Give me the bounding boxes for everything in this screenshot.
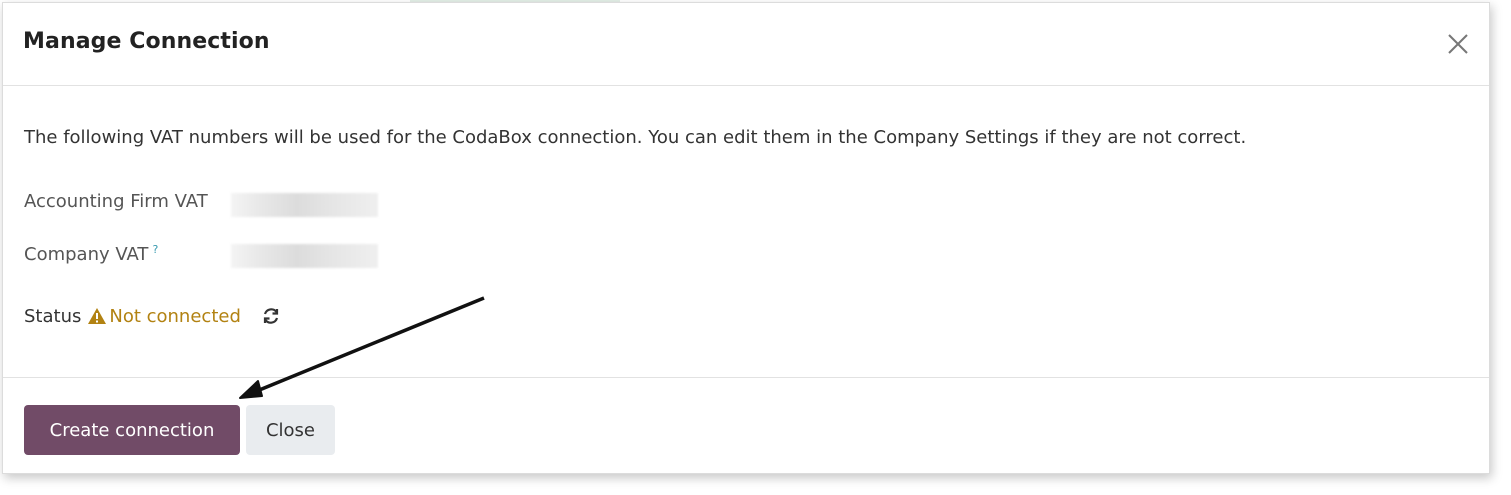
help-tooltip-icon[interactable]: ? xyxy=(152,243,158,256)
dialog-footer: Create connection Close xyxy=(3,377,1489,474)
intro-text: The following VAT numbers will be used f… xyxy=(24,127,1247,148)
dialog-body: The following VAT numbers will be used f… xyxy=(3,86,1489,377)
company-vat-label-text: Company VAT xyxy=(24,244,149,265)
warning-triangle-icon xyxy=(88,308,107,324)
dialog-title: Manage Connection xyxy=(23,29,270,54)
dialog-header: Manage Connection xyxy=(3,3,1489,86)
company-vat-value xyxy=(231,244,378,268)
accounting-firm-vat-label: Accounting Firm VAT xyxy=(24,191,208,212)
accounting-firm-vat-value xyxy=(231,193,378,217)
create-connection-button[interactable]: Create connection xyxy=(24,405,240,455)
company-vat-label: Company VAT? xyxy=(24,243,158,265)
status-row: Status Not connected xyxy=(24,302,281,330)
manage-connection-dialog: Manage Connection The following VAT numb… xyxy=(2,2,1490,474)
close-button[interactable]: Close xyxy=(246,405,335,455)
status-label: Status xyxy=(24,305,82,327)
close-x-icon[interactable] xyxy=(1444,30,1472,58)
refresh-icon[interactable] xyxy=(261,306,281,326)
status-value: Not connected xyxy=(109,305,241,327)
